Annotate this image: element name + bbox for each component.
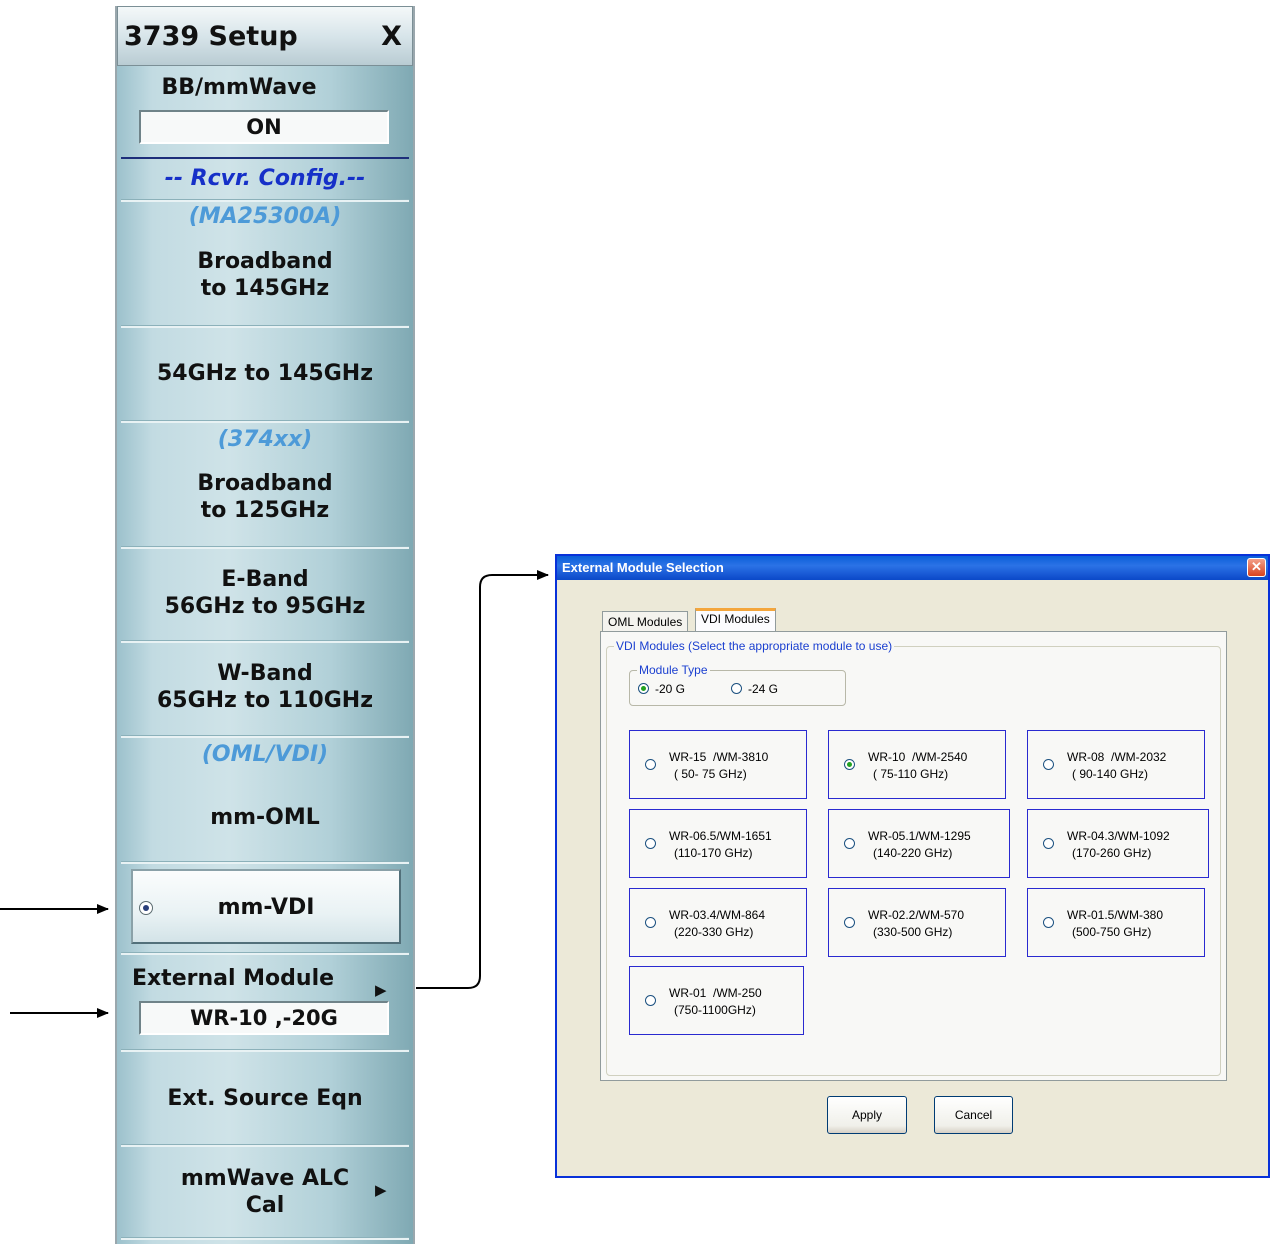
- radio-20g-label: -20 G: [655, 682, 686, 696]
- vdi-tab-panel: VDI Modules (Select the appropriate modu…: [600, 631, 1227, 1081]
- module-option-wr15[interactable]: WR-15 /WM-3810 ( 50- 75 GHz): [629, 730, 807, 799]
- module-option-wr08[interactable]: WR-08 /WM-2032 ( 90-140 GHz): [1027, 730, 1205, 799]
- module-name: WR-02.2/WM-570: [868, 908, 965, 922]
- module-name: WR-15 /WM-3810: [669, 750, 769, 764]
- radio-wr015[interactable]: [1043, 917, 1054, 928]
- module-option-wr043[interactable]: WR-04.3/WM-1092 (170-260 GHz): [1027, 809, 1209, 878]
- module-option-wr015[interactable]: WR-01.5/WM-380 (500-750 GHz): [1027, 888, 1205, 957]
- radio-wr034[interactable]: [645, 917, 656, 928]
- radio-wr10[interactable]: [844, 759, 855, 770]
- tab-vdi-modules[interactable]: VDI Modules: [695, 608, 776, 631]
- dialog-close-icon[interactable]: ✕: [1247, 558, 1266, 577]
- module-range: (170-260 GHz): [1072, 846, 1152, 860]
- dialog-title: External Module Selection: [562, 560, 724, 575]
- vdi-group-title: VDI Modules (Select the appropriate modu…: [614, 639, 895, 653]
- module-option-wr051[interactable]: WR-05.1/WM-1295 (140-220 GHz): [828, 809, 1010, 878]
- module-option-wr022[interactable]: WR-02.2/WM-570 (330-500 GHz): [828, 888, 1006, 957]
- apply-button[interactable]: Apply: [827, 1096, 907, 1134]
- module-type-title: Module Type: [637, 663, 710, 677]
- tab-oml-modules[interactable]: OML Modules: [602, 611, 689, 631]
- module-name: WR-04.3/WM-1092: [1067, 829, 1170, 843]
- cancel-button[interactable]: Cancel: [934, 1096, 1013, 1134]
- module-option-wr10[interactable]: WR-10 /WM-2540 ( 75-110 GHz): [828, 730, 1006, 799]
- arrow-to-dialog: [416, 570, 549, 989]
- radio-wr043[interactable]: [1043, 838, 1054, 849]
- module-option-wr034[interactable]: WR-03.4/WM-864 (220-330 GHz): [629, 888, 807, 957]
- radio-wr022[interactable]: [844, 917, 855, 928]
- module-range: (500-750 GHz): [1072, 925, 1152, 939]
- module-name: WR-03.4/WM-864: [669, 908, 766, 922]
- module-range: (220-330 GHz): [674, 925, 754, 939]
- module-range: (110-170 GHz): [674, 846, 753, 860]
- module-name: WR-05.1/WM-1295: [868, 829, 971, 843]
- module-range: ( 90-140 GHz): [1072, 767, 1149, 781]
- module-option-wr065[interactable]: WR-06.5/WM-1651 (110-170 GHz): [629, 809, 807, 878]
- module-option-wr01[interactable]: WR-01 /WM-250 (750-1100GHz): [629, 966, 804, 1035]
- radio-wr065[interactable]: [645, 838, 656, 849]
- module-range: (330-500 GHz): [873, 925, 953, 939]
- radio-wr01[interactable]: [645, 995, 656, 1006]
- radio-24g[interactable]: [731, 683, 742, 694]
- radio-24g-label: -24 G: [748, 682, 779, 696]
- module-name: WR-10 /WM-2540: [868, 750, 968, 764]
- module-range: (750-1100GHz): [674, 1003, 756, 1017]
- module-range: (140-220 GHz): [873, 846, 953, 860]
- radio-wr08[interactable]: [1043, 759, 1054, 770]
- radio-20g[interactable]: [638, 683, 649, 694]
- module-name: WR-06.5/WM-1651: [669, 829, 772, 843]
- module-name: WR-01 /WM-250: [669, 986, 762, 1000]
- module-range: ( 75-110 GHz): [873, 767, 949, 781]
- dialog-title-bar: External Module Selection ✕: [557, 556, 1268, 580]
- module-range: ( 50- 75 GHz): [674, 767, 747, 781]
- radio-wr051[interactable]: [844, 838, 855, 849]
- module-name: WR-01.5/WM-380: [1067, 908, 1164, 922]
- module-name: WR-08 /WM-2032: [1067, 750, 1167, 764]
- radio-wr15[interactable]: [645, 759, 656, 770]
- external-module-dialog: External Module Selection ✕ OML Modules …: [555, 554, 1270, 1178]
